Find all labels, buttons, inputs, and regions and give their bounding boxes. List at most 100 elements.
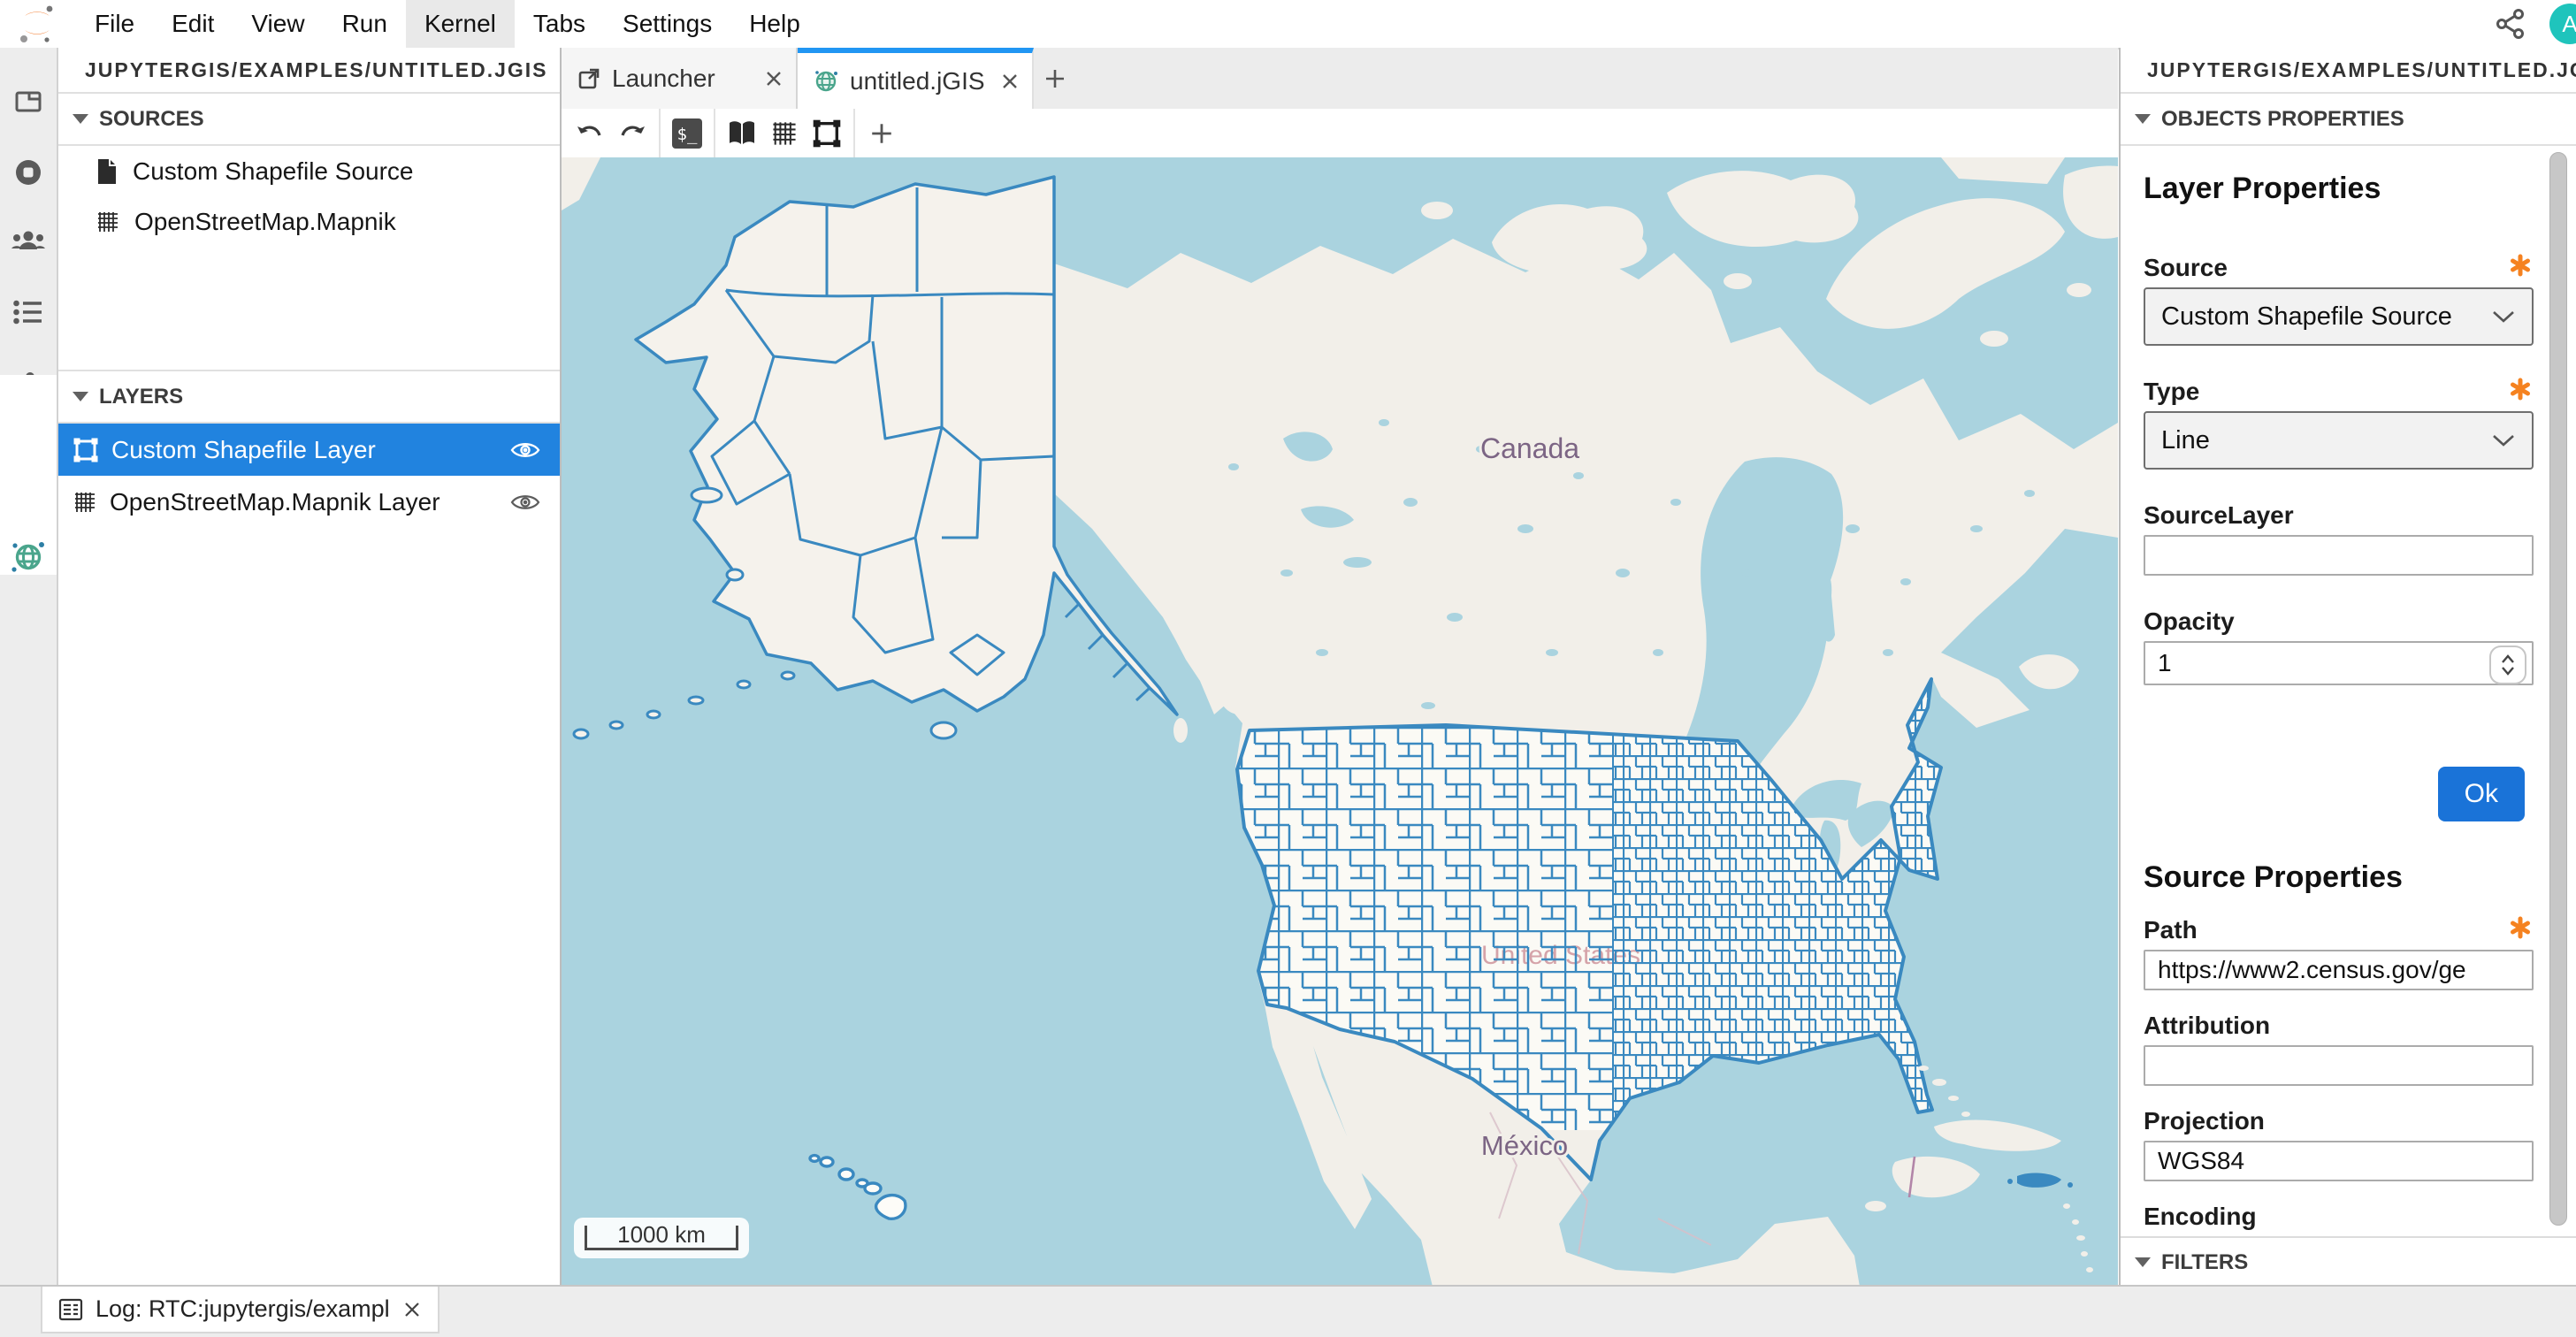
right-panel-title: JUPYTERGIS/EXAMPLES/UNTITLED.JGIS xyxy=(2121,48,2576,94)
source-item-label: Custom Shapefile Source xyxy=(133,157,414,186)
visibility-eye-icon[interactable] xyxy=(510,492,540,513)
vector-layer-button[interactable] xyxy=(806,113,848,154)
visibility-eye-icon[interactable] xyxy=(510,439,540,461)
left-panel-title: JUPYTERGIS/EXAMPLES/UNTITLED.JGIS xyxy=(58,48,560,94)
layers-section-header[interactable]: LAYERS xyxy=(58,370,560,424)
scrollbar-thumb[interactable] xyxy=(2549,152,2567,1226)
menu-run[interactable]: Run xyxy=(324,0,406,48)
new-tab-button[interactable] xyxy=(1034,48,1076,109)
close-icon[interactable] xyxy=(1000,72,1020,91)
bottom-status-bar: Log: RTC:jupytergis/exampl xyxy=(0,1285,2576,1337)
close-icon[interactable] xyxy=(764,69,784,88)
source-select[interactable]: Custom Shapefile Source xyxy=(2144,287,2534,346)
activity-bar xyxy=(0,48,58,1287)
redo-button[interactable] xyxy=(611,113,654,154)
tab-launcher[interactable]: Launcher xyxy=(562,48,798,109)
tab-label: Launcher xyxy=(612,65,715,93)
file-browser-icon[interactable] xyxy=(0,77,57,126)
opacity-input[interactable] xyxy=(2144,641,2534,685)
add-button[interactable] xyxy=(860,113,903,154)
menu-edit[interactable]: Edit xyxy=(153,0,233,48)
menu-file[interactable]: File xyxy=(76,0,153,48)
file-icon xyxy=(96,158,118,185)
opacity-stepper[interactable] xyxy=(2489,646,2526,684)
sources-section-header[interactable]: SOURCES xyxy=(58,94,560,146)
menu-view[interactable]: View xyxy=(233,0,323,48)
path-field-label: Path xyxy=(2144,916,2534,944)
projection-field-label: Projection xyxy=(2144,1107,2534,1135)
log-console-tab[interactable]: Log: RTC:jupytergis/exampl xyxy=(41,1287,440,1333)
objects-properties-label: OBJECTS PROPERTIES xyxy=(2161,107,2404,132)
menu-help[interactable]: Help xyxy=(730,0,819,48)
vector-square-icon xyxy=(73,437,99,463)
sourcelayer-input[interactable] xyxy=(2144,535,2534,576)
jupyterlab-window: File Edit View Run Kernel Tabs Settings … xyxy=(0,0,2576,1337)
layer-item-custom-shapefile[interactable]: Custom Shapefile Layer xyxy=(58,424,560,476)
close-icon[interactable] xyxy=(402,1300,422,1319)
source-field-label: Source xyxy=(2144,254,2534,282)
map-label-canada: Canada xyxy=(1480,432,1579,464)
basemap-book-button[interactable] xyxy=(721,113,763,154)
running-sessions-icon[interactable] xyxy=(0,148,57,197)
scale-text: 1000 km xyxy=(574,1221,749,1249)
path-input[interactable] xyxy=(2144,950,2534,990)
jupytergis-globe-icon[interactable] xyxy=(0,532,57,582)
menubar: File Edit View Run Kernel Tabs Settings … xyxy=(0,0,2576,50)
source-item-openstreetmap[interactable]: OpenStreetMap.Mapnik xyxy=(58,196,560,247)
filters-section-header[interactable]: FILTERS xyxy=(2121,1236,2576,1287)
sourcelayer-field-label: SourceLayer xyxy=(2144,501,2534,530)
toolbar-separator xyxy=(853,109,855,157)
source-item-label: OpenStreetMap.Mapnik xyxy=(134,208,396,236)
attribution-input[interactable] xyxy=(2144,1045,2534,1086)
type-select[interactable]: Line xyxy=(2144,411,2534,470)
source-item-custom-shapefile[interactable]: Custom Shapefile Source xyxy=(58,146,560,196)
type-field-label: Type xyxy=(2144,378,2534,406)
source-properties-title: Source Properties xyxy=(2144,860,2534,895)
tab-untitled-jgis[interactable]: untitled.jGIS xyxy=(798,48,1034,109)
raster-grid-button[interactable] xyxy=(763,113,806,154)
required-asterisk-icon xyxy=(2509,254,2532,277)
required-asterisk-icon xyxy=(2509,378,2532,401)
required-asterisk-icon xyxy=(2509,916,2532,939)
undo-button[interactable] xyxy=(569,113,611,154)
terminal-glyph: $_ xyxy=(677,125,698,144)
right-sidebar-panel: JUPYTERGIS/EXAMPLES/UNTITLED.JGIS OBJECT… xyxy=(2119,48,2576,1287)
opacity-field-label: Opacity xyxy=(2144,607,2534,636)
tab-label: untitled.jGIS xyxy=(850,67,985,96)
map-toolbar: $_ xyxy=(562,109,2118,159)
chevron-down-icon xyxy=(73,114,88,124)
layer-item-label: OpenStreetMap.Mapnik Layer xyxy=(110,488,440,516)
menu-kernel[interactable]: Kernel xyxy=(406,0,515,48)
chevron-down-icon xyxy=(2135,1257,2151,1267)
ok-button[interactable]: Ok xyxy=(2438,767,2525,821)
layers-list: Custom Shapefile Layer OpenStreetMap.Map… xyxy=(58,424,560,528)
console-button[interactable]: $_ xyxy=(666,113,708,154)
properties-form: Layer Properties Source Custom Shapefile… xyxy=(2121,150,2539,1236)
table-of-contents-icon[interactable] xyxy=(0,287,57,337)
grid-icon xyxy=(73,490,97,515)
jgis-globe-icon xyxy=(814,69,838,94)
log-tab-label: Log: RTC:jupytergis/exampl xyxy=(96,1295,390,1323)
map-canvas[interactable]: United States xyxy=(562,157,2118,1287)
chevron-down-icon xyxy=(2491,309,2516,325)
toolbar-separator xyxy=(714,109,715,157)
projection-input[interactable] xyxy=(2144,1141,2534,1181)
left-sidebar-panel: JUPYTERGIS/EXAMPLES/UNTITLED.JGIS SOURCE… xyxy=(58,48,562,1287)
main-dock-panel: Launcher untitled.jGIS xyxy=(562,48,2118,1287)
grid-icon xyxy=(96,210,120,234)
jupyter-logo-icon xyxy=(18,4,57,44)
collaboration-icon[interactable] xyxy=(0,217,57,266)
chevron-down-icon xyxy=(2491,432,2516,448)
sources-list: Custom Shapefile Source OpenStreetMap.Ma… xyxy=(58,146,560,370)
menu-settings[interactable]: Settings xyxy=(604,0,730,48)
share-icon[interactable] xyxy=(2495,8,2526,40)
layer-item-openstreetmap[interactable]: OpenStreetMap.Mapnik Layer xyxy=(58,476,560,528)
right-panel-scrollbar xyxy=(2548,152,2569,1224)
toolbar-separator xyxy=(659,109,661,157)
layer-properties-title: Layer Properties xyxy=(2144,172,2534,206)
objects-properties-header[interactable]: OBJECTS PROPERTIES xyxy=(2121,94,2576,146)
map-scale-bar: 1000 km xyxy=(574,1218,749,1258)
user-avatar[interactable]: A xyxy=(2549,4,2576,44)
menu-tabs[interactable]: Tabs xyxy=(515,0,604,48)
attribution-field-label: Attribution xyxy=(2144,1012,2534,1040)
